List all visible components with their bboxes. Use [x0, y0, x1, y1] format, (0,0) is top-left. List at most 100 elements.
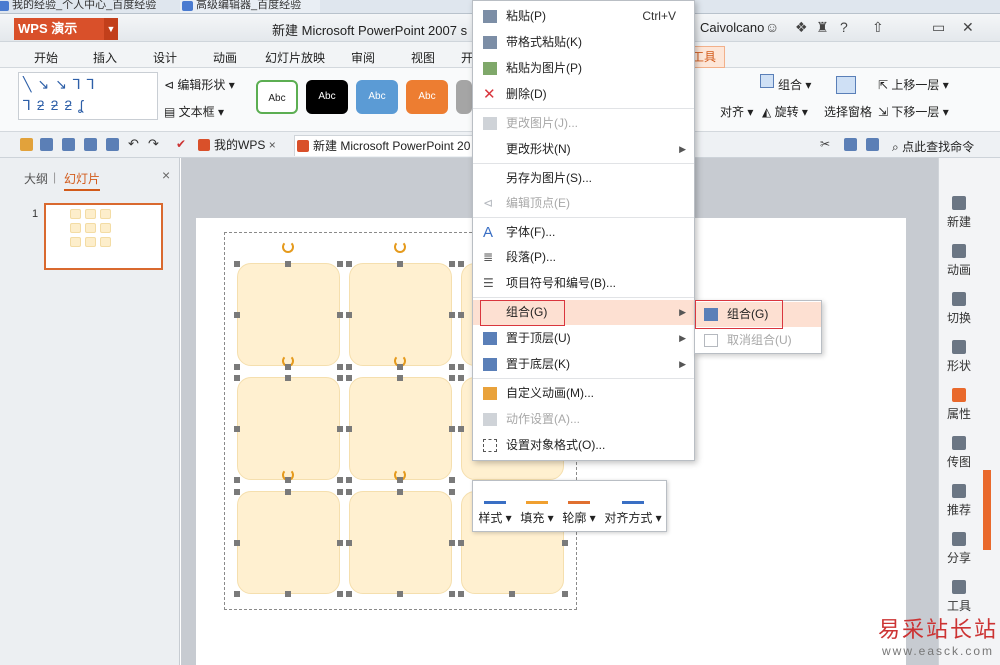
find-command-search[interactable]: ⌕ 点此查找命令 — [892, 138, 974, 155]
resize-handle[interactable] — [234, 489, 240, 495]
doc-tab-my-wps[interactable]: 我的WPS × — [196, 135, 292, 156]
resize-handle[interactable] — [458, 540, 464, 546]
resize-handle[interactable] — [397, 489, 403, 495]
customize-icon[interactable]: ✔ — [176, 138, 189, 151]
menu-item-change-shape[interactable]: 更改形状(N) ▶ — [473, 137, 694, 162]
resize-handle[interactable] — [346, 426, 352, 432]
tab-insert[interactable]: 插入 — [93, 49, 117, 66]
menu-item-paragraph[interactable]: ≣ 段落(P)... — [473, 245, 694, 270]
tab-outline[interactable]: 大纲 — [24, 170, 48, 187]
share-icon[interactable] — [844, 138, 857, 151]
tools-icon[interactable]: ✂ — [820, 138, 833, 151]
resize-handle[interactable] — [285, 477, 291, 483]
resize-handle[interactable] — [449, 426, 455, 432]
resize-handle[interactable] — [234, 540, 240, 546]
resize-handle[interactable] — [285, 375, 291, 381]
menu-item-send-to-back[interactable]: 置于底层(K) ▶ — [473, 352, 694, 377]
resize-handle[interactable] — [285, 364, 291, 370]
rounded-rectangle-shape[interactable] — [349, 491, 452, 594]
resize-handle[interactable] — [346, 364, 352, 370]
resize-handle[interactable] — [458, 261, 464, 267]
save-icon[interactable] — [40, 138, 53, 151]
shape-style-white[interactable]: Abc — [256, 80, 298, 114]
menu-item-paste-formatted[interactable]: 带格式粘贴(K) — [473, 30, 694, 55]
resize-handle[interactable] — [449, 591, 455, 597]
connector-gallery[interactable]: ╲↘↘⅂⅂ ⅂ƻƻƻʆ — [18, 72, 158, 120]
resize-handle[interactable] — [397, 375, 403, 381]
sidebar-item-share[interactable]: 分享 — [938, 532, 980, 566]
resize-handle[interactable] — [397, 477, 403, 483]
menu-item-paste[interactable]: 粘贴(P) Ctrl+V — [473, 4, 694, 29]
menu-item-format-object[interactable]: 设置对象格式(O)... — [473, 433, 694, 458]
resize-handle[interactable] — [449, 364, 455, 370]
resize-handle[interactable] — [285, 489, 291, 495]
resize-handle[interactable] — [397, 261, 403, 267]
tab-animation[interactable]: 动画 — [213, 49, 237, 66]
edit-shape-button[interactable]: ⊲ 编辑形状 ▾ — [164, 76, 235, 93]
resize-handle[interactable] — [234, 426, 240, 432]
close-icon[interactable]: × — [269, 138, 276, 152]
user-name[interactable]: Caivolcano — [700, 20, 764, 35]
fill-button[interactable]: 填充 ▾ — [518, 484, 556, 526]
sidebar-item-new[interactable]: 新建 — [938, 196, 980, 230]
align-button[interactable]: 对齐方式 ▾ — [602, 484, 664, 526]
help-icon[interactable]: ? — [840, 19, 848, 35]
selection-pane-button[interactable]: 选择窗格 — [824, 103, 872, 120]
resize-handle[interactable] — [346, 375, 352, 381]
resize-handle[interactable] — [449, 261, 455, 267]
shape-style-gray[interactable] — [456, 80, 472, 114]
resize-handle[interactable] — [449, 375, 455, 381]
resize-handle[interactable] — [337, 426, 343, 432]
tab-slides[interactable]: 幻灯片 — [64, 170, 101, 191]
resize-handle[interactable] — [397, 591, 403, 597]
style-button[interactable]: 样式 ▾ — [476, 484, 514, 526]
resize-handle[interactable] — [397, 364, 403, 370]
resize-handle[interactable] — [449, 312, 455, 318]
resize-handle[interactable] — [337, 364, 343, 370]
shape-style-black[interactable]: Abc — [306, 80, 348, 114]
resize-handle[interactable] — [562, 540, 568, 546]
resize-handle[interactable] — [449, 489, 455, 495]
resize-handle[interactable] — [234, 591, 240, 597]
tab-slideshow[interactable]: 幻灯片放映 — [265, 49, 325, 66]
resize-handle[interactable] — [458, 426, 464, 432]
sidebar-item-shape[interactable]: 形状 — [938, 340, 980, 374]
flag-icon[interactable] — [866, 138, 879, 151]
app-menu-button[interactable]: WPS 演示 ▼ — [14, 18, 118, 40]
rounded-rectangle-shape[interactable] — [349, 263, 452, 366]
resize-handle[interactable] — [346, 489, 352, 495]
tab-review[interactable]: 审阅 — [351, 49, 375, 66]
resize-handle[interactable] — [234, 375, 240, 381]
resize-handle[interactable] — [285, 591, 291, 597]
rotate-handle-icon[interactable] — [394, 241, 406, 253]
minimize-icon[interactable]: ▭ — [932, 19, 945, 36]
resize-handle[interactable] — [337, 312, 343, 318]
resize-handle[interactable] — [234, 364, 240, 370]
sidebar-item-properties[interactable]: 属性 — [938, 388, 980, 422]
close-icon[interactable]: ✕ — [962, 19, 974, 36]
tab-view[interactable]: 视图 — [411, 49, 435, 66]
doc-tab-current[interactable]: 新建 Microsoft PowerPoint 20 — [294, 135, 474, 156]
menu-item-font[interactable]: A 字体(F)... — [473, 220, 694, 245]
sidebar-collapse-handle[interactable] — [983, 470, 991, 550]
rounded-rectangle-shape[interactable] — [237, 491, 340, 594]
shirt-icon[interactable]: ♜ — [816, 19, 829, 36]
resize-handle[interactable] — [458, 312, 464, 318]
resize-handle[interactable] — [346, 540, 352, 546]
resize-handle[interactable] — [458, 375, 464, 381]
resize-handle[interactable] — [346, 591, 352, 597]
sidebar-item-upload-image[interactable]: 传图 — [938, 436, 980, 470]
avatar-icon[interactable]: ☺ — [765, 19, 779, 35]
rotate-button[interactable]: ◭ 旋转 ▾ — [762, 103, 808, 120]
skin-icon[interactable]: ❖ — [795, 19, 808, 36]
browser-tab[interactable]: 我的经验_个人中心_百度经验 — [0, 0, 168, 13]
tab-design[interactable]: 设计 — [153, 49, 177, 66]
bring-forward-button[interactable]: ⇱ 上移一层 ▾ — [878, 76, 949, 93]
resize-handle[interactable] — [337, 591, 343, 597]
resize-handle[interactable] — [337, 540, 343, 546]
menu-item-paste-as-picture[interactable]: 粘贴为图片(P) — [473, 56, 694, 81]
sidebar-item-animation[interactable]: 动画 — [938, 244, 980, 278]
resize-handle[interactable] — [234, 261, 240, 267]
align-button[interactable]: 对齐 ▾ — [720, 103, 753, 120]
menu-item-custom-animation[interactable]: 自定义动画(M)... — [473, 381, 694, 406]
